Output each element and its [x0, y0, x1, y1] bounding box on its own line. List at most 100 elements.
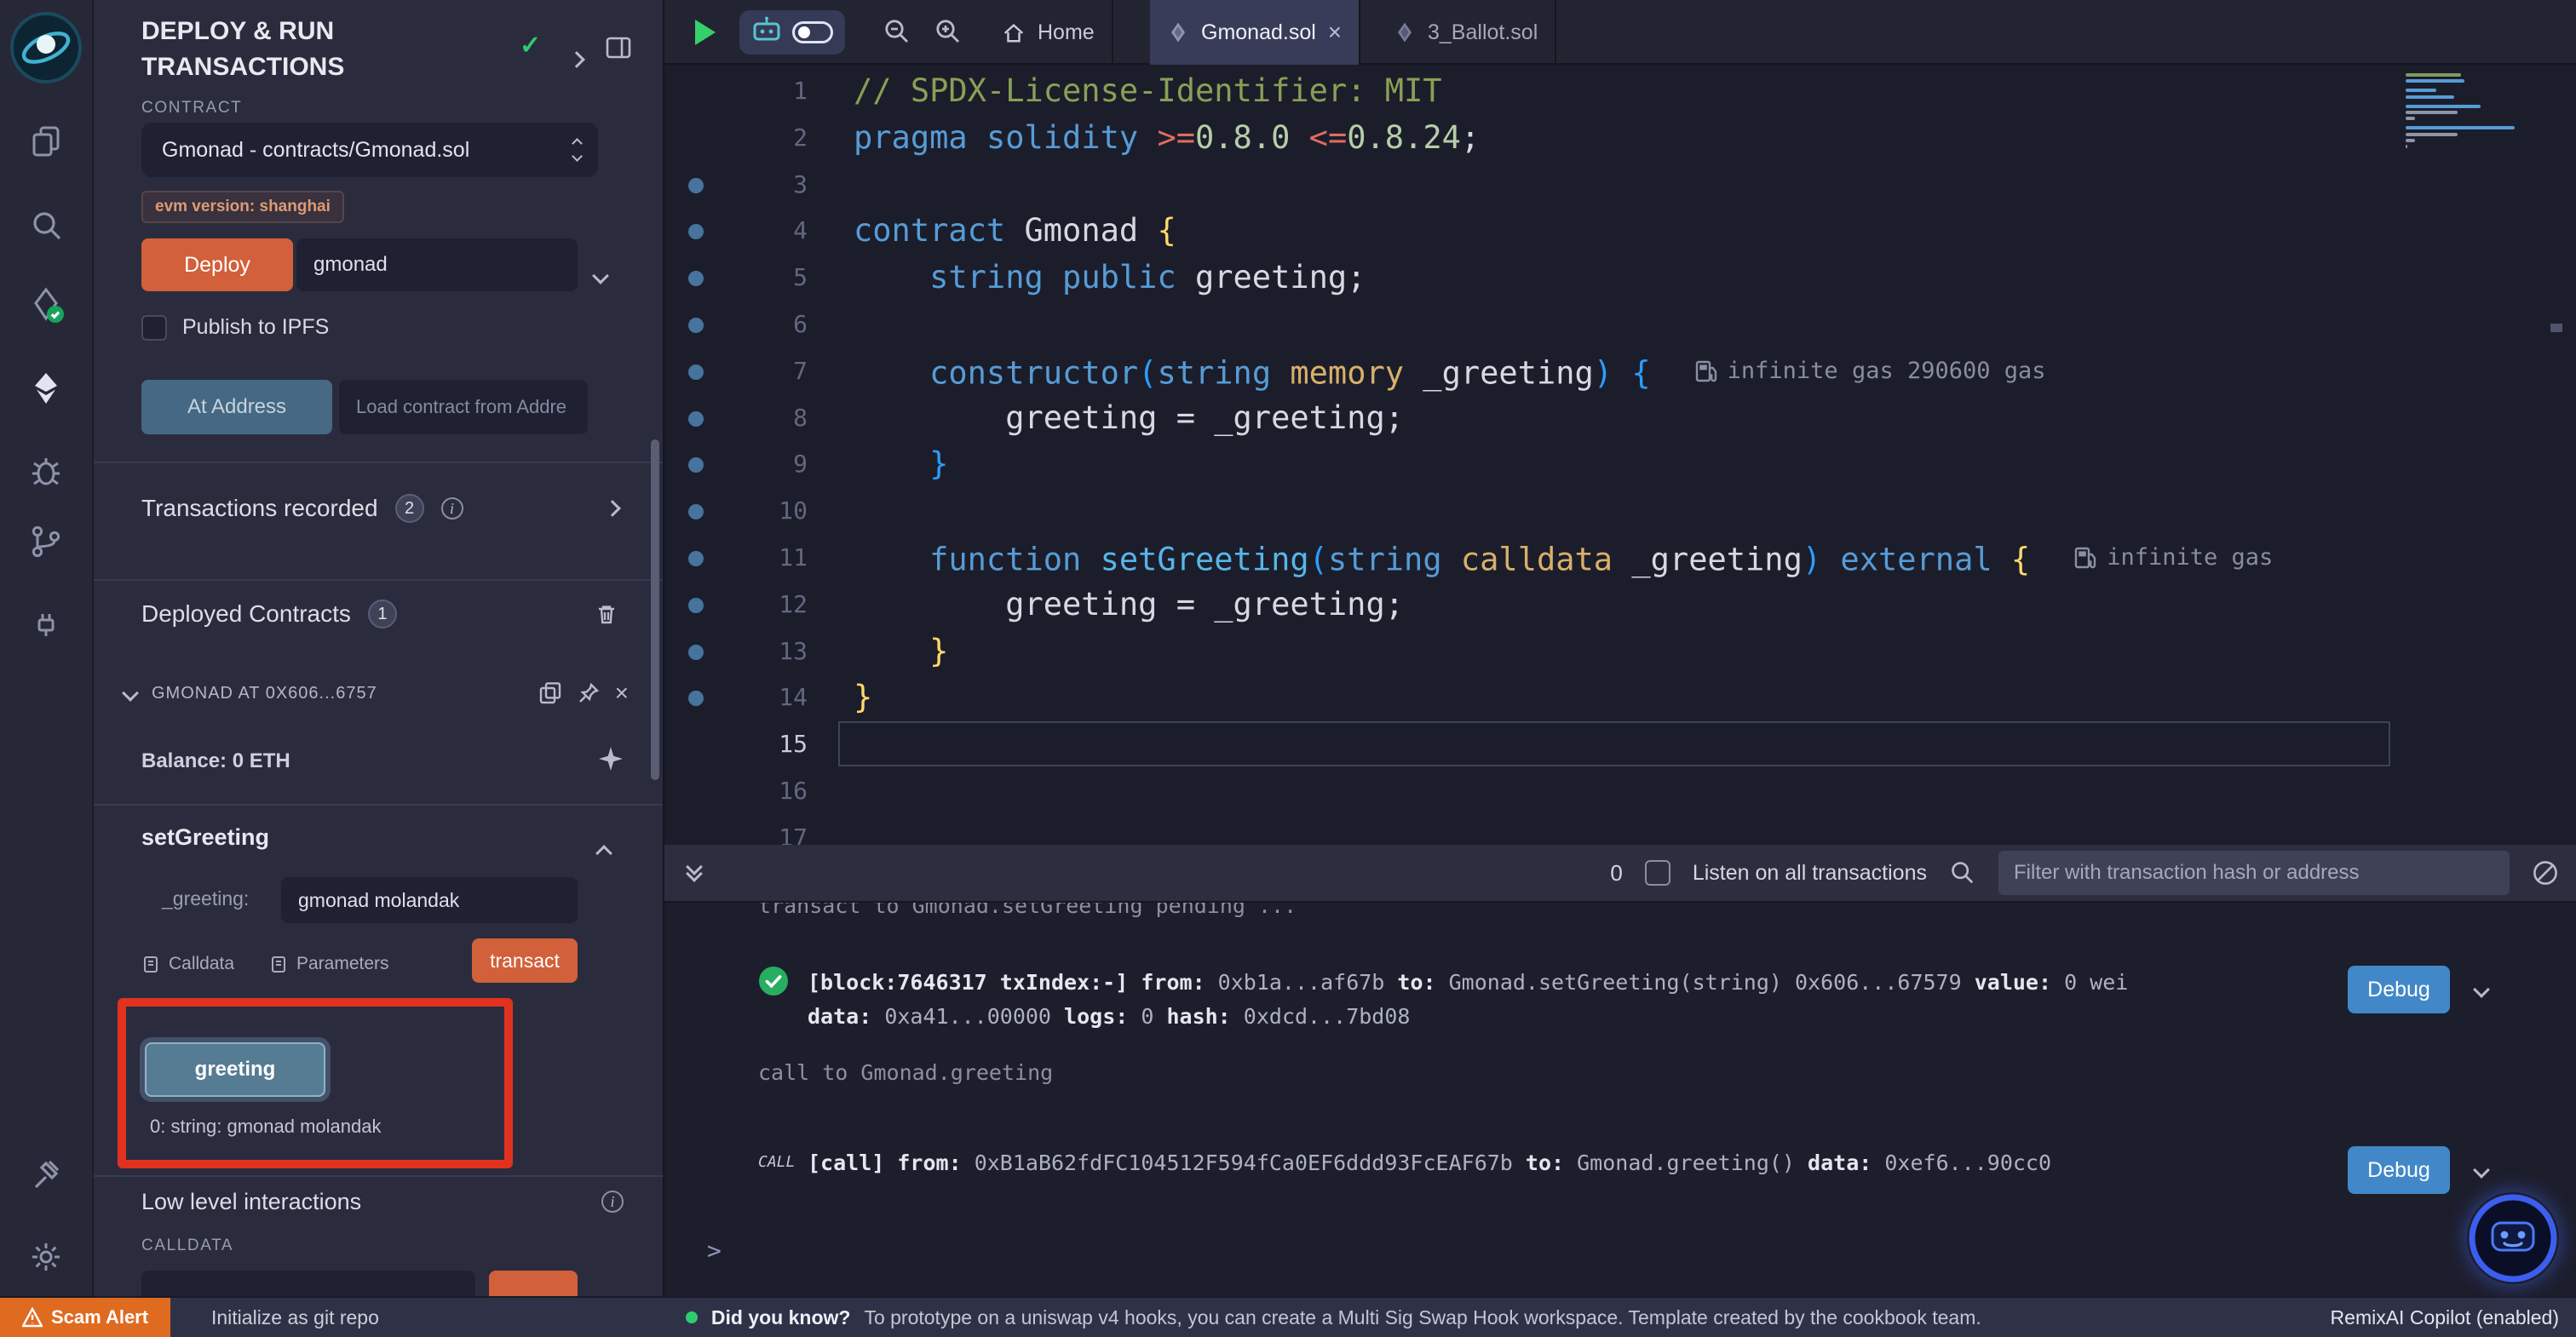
code-line: 8 greeting = _greeting; [664, 395, 2576, 442]
file-explorer-icon[interactable] [27, 123, 65, 160]
line-number: 6 [664, 301, 808, 348]
search-icon[interactable] [27, 206, 65, 244]
contract-select-value: Gmonad - contracts/Gmonad.sol [162, 138, 573, 163]
trash-icon[interactable] [595, 602, 618, 626]
terminal-toolbar: 0 Listen on all transactions [664, 845, 2576, 903]
transactions-recorded-label: Transactions recorded [141, 495, 378, 522]
low-level-send-button[interactable] [489, 1271, 578, 1296]
minimap[interactable] [2406, 73, 2525, 154]
debug-button[interactable]: Debug [2348, 1146, 2450, 1194]
function-name-label: setGreeting [141, 824, 269, 851]
source-control-icon[interactable] [27, 523, 65, 560]
chevron-down-icon[interactable] [122, 685, 139, 702]
debug-button[interactable]: Debug [2348, 966, 2450, 1013]
status-bar: Scam Alert Initialize as git repo Did yo… [0, 1296, 2576, 1337]
terminal: 0 Listen on all transactions transact to… [664, 845, 2576, 1296]
zoom-in-icon[interactable] [934, 17, 963, 46]
deploy-button[interactable]: Deploy [141, 238, 293, 291]
chevron-right-icon[interactable] [604, 500, 621, 517]
info-icon[interactable]: i [441, 497, 463, 519]
transaction-filter-input[interactable] [1998, 851, 2510, 895]
greeting-arg-input[interactable] [281, 877, 578, 923]
deployed-count-badge: 1 [368, 600, 397, 628]
copilot-toggle[interactable] [792, 21, 833, 43]
remixai-assistant-button[interactable] [2467, 1192, 2559, 1284]
chevron-up-icon[interactable] [598, 835, 610, 866]
settings-gear-icon[interactable] [27, 1238, 65, 1276]
line-number: 16 [664, 768, 808, 815]
chevron-right-icon[interactable] [571, 41, 583, 72]
close-icon[interactable]: × [615, 681, 629, 705]
zoom-out-icon[interactable] [883, 17, 911, 46]
transact-button[interactable]: transact [472, 938, 578, 983]
info-icon[interactable]: i [601, 1191, 624, 1213]
chevron-down-icon[interactable] [2473, 1162, 2490, 1179]
search-icon[interactable] [1949, 859, 1976, 887]
solidity-file-icon [1167, 21, 1189, 43]
at-address-button[interactable]: At Address [141, 380, 332, 434]
scam-alert-button[interactable]: Scam Alert [0, 1298, 170, 1337]
debugger-icon[interactable] [27, 453, 65, 491]
greeting-call-button[interactable]: greeting [145, 1042, 325, 1097]
contract-select[interactable]: Gmonad - contracts/Gmonad.sol [141, 123, 598, 177]
green-dot-icon [686, 1311, 698, 1323]
code-line: 3 [664, 162, 2576, 209]
terminal-log-entry: CALL[call] from: 0xB1aB62fdFC104512F594f… [758, 1146, 2576, 1180]
editor-scrollbar[interactable] [2550, 324, 2562, 332]
select-arrows-icon [573, 140, 581, 160]
greeting-result: 0: string: gmonad molandak [150, 1116, 382, 1138]
gas-estimate-annotation: infinite gas 290600 gas [1695, 348, 2046, 395]
divider [94, 579, 664, 581]
listen-count: 0 [1610, 860, 1622, 887]
parameters-button[interactable]: Parameters [269, 954, 389, 974]
terminal-output[interactable]: transact to Gmonad.setGreeting pending .… [664, 903, 2576, 1296]
run-script-icon[interactable] [692, 17, 717, 55]
at-address-input[interactable] [339, 380, 588, 434]
close-tab-icon[interactable]: × [1328, 20, 1342, 44]
code-line: 17 [664, 815, 2576, 845]
panel-layout-icon[interactable] [605, 34, 632, 61]
chevron-down-icon[interactable] [595, 257, 607, 289]
git-init-button[interactable]: Initialize as git repo [211, 1306, 379, 1329]
copy-icon[interactable] [538, 681, 562, 705]
tab-gmonad[interactable]: Gmonad.sol × [1150, 0, 1360, 65]
tab-ballot[interactable]: 3_Ballot.sol [1377, 0, 1556, 65]
line-number: 7 [664, 348, 808, 395]
code-line: 1// SPDX-License-Identifier: MIT [664, 68, 2576, 115]
line-number: 2 [664, 115, 808, 162]
deploy-run-icon[interactable] [27, 370, 65, 407]
copilot-status[interactable]: RemixAI Copilot (enabled) [2331, 1306, 2559, 1329]
sparkle-icon[interactable] [598, 746, 624, 772]
divider [94, 804, 664, 806]
line-number: 12 [664, 582, 808, 628]
tip-text: To prototype on a uniswap v4 hooks, you … [864, 1306, 1981, 1329]
pin-icon[interactable] [578, 682, 600, 704]
chevron-down-icon[interactable] [2473, 981, 2490, 998]
expand-terminal-icon[interactable] [688, 866, 700, 880]
tab-home[interactable]: Home [985, 0, 1113, 65]
contract-instance-row[interactable]: GMONAD AT 0X606...6757 × [124, 681, 629, 705]
clear-console-icon[interactable] [2532, 859, 2559, 887]
line-number: 5 [664, 255, 808, 301]
code-editor[interactable]: 1// SPDX-License-Identifier: MIT2pragma … [664, 65, 2576, 845]
terminal-line: transact to Gmonad.setGreeting pending .… [758, 903, 2576, 921]
publish-ipfs-checkbox[interactable] [141, 315, 167, 341]
build-tools-icon[interactable] [27, 1156, 65, 1194]
constructor-arg-input[interactable] [296, 238, 578, 291]
transactions-recorded-row[interactable]: Transactions recorded 2 i [141, 494, 618, 523]
code-line: 10 [664, 488, 2576, 535]
editor-region: Home Gmonad.sol × 3_Ballot.sol 1// SPDX-… [664, 0, 2576, 845]
panel-scrollbar[interactable] [651, 439, 659, 780]
calldata-button[interactable]: Calldata [141, 954, 234, 974]
solidity-compiler-icon[interactable] [27, 286, 65, 324]
robot-icon[interactable] [751, 15, 782, 49]
terminal-prompt[interactable]: > [707, 1237, 722, 1265]
listen-all-checkbox[interactable] [1645, 860, 1670, 886]
deploy-run-panel: DEPLOY & RUN TRANSACTIONS ✓ CONTRACT Gmo… [94, 0, 664, 1296]
low-level-calldata-input[interactable] [141, 1271, 475, 1296]
icon-panel [0, 0, 94, 1296]
remix-logo[interactable] [9, 10, 83, 85]
call-type-label: CALL [758, 1146, 808, 1180]
plugin-manager-icon[interactable] [27, 605, 65, 642]
tab-home-label: Home [1038, 20, 1095, 45]
